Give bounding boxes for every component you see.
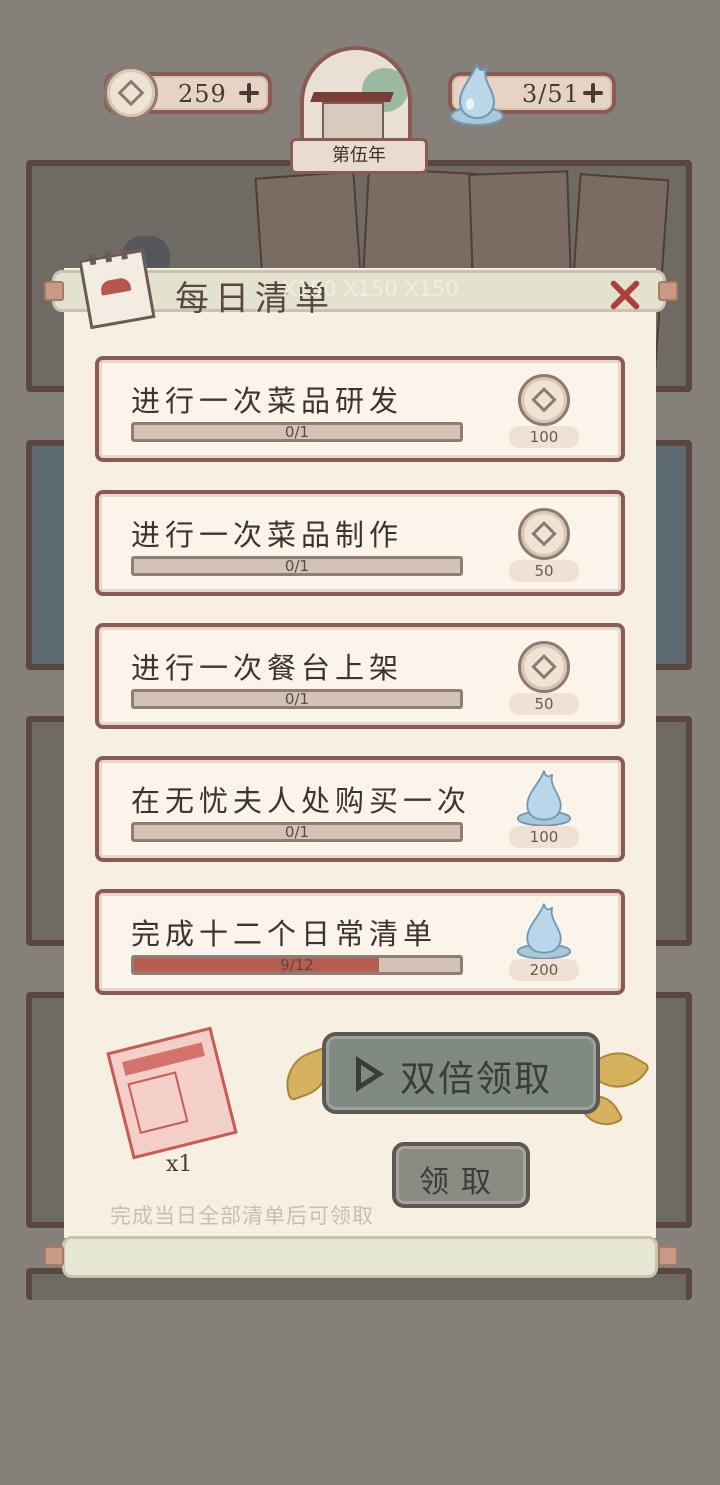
scroll-rod-end [658, 281, 678, 301]
task-progress-text: 9/12 [280, 956, 314, 974]
play-video-icon [356, 1056, 384, 1092]
task-progress-bar: 0/1 [131, 689, 463, 709]
task-row: 在无忧夫人处购买一次 0/1 100 [95, 756, 625, 862]
close-icon[interactable] [606, 278, 644, 312]
year-emblem [300, 46, 412, 146]
task-name: 在无忧夫人处购买一次 [131, 784, 472, 818]
water-drop-icon [516, 903, 572, 960]
scroll-rod-bottom [62, 1236, 658, 1278]
task-reward: 50 [509, 693, 579, 715]
task-row: 进行一次菜品制作 0/1 50 [95, 490, 625, 596]
claim-label: 领取 [419, 1165, 503, 1200]
task-reward: 50 [509, 560, 579, 582]
coin-icon [518, 374, 570, 426]
task-row: 完成十二个日常清单 9/12 200 [95, 889, 625, 995]
coin-count: 259 [178, 80, 227, 108]
task-name: 进行一次餐台上架 [131, 651, 404, 685]
task-progress-bar: 0/1 [131, 556, 463, 576]
claim-hint-text: 完成当日全部清单后可领取 [110, 1204, 374, 1228]
water-drop-icon [516, 770, 572, 827]
scroll-rod-end [658, 1246, 678, 1266]
task-progress-text: 0/1 [284, 423, 310, 441]
water-drop-icon [450, 63, 504, 126]
task-row: 进行一次餐台上架 0/1 50 [95, 623, 625, 729]
double-claim-label: 双倍领取 [400, 1059, 553, 1100]
scroll-rod-end [44, 281, 64, 301]
coin-icon [518, 508, 570, 560]
task-progress-bar: 9/12 [131, 955, 463, 975]
water-count: 3/51 [522, 80, 580, 108]
task-reward: 100 [509, 826, 579, 848]
calendar-icon [78, 248, 156, 330]
task-progress-text: 0/1 [284, 690, 310, 708]
overlay-reward-text: X150 X150 X150 [282, 277, 459, 301]
add-water-icon[interactable] [582, 82, 604, 104]
coin-icon [518, 641, 570, 693]
reward-quantity: x1 [166, 1152, 193, 1177]
year-label: 第伍年 [290, 138, 428, 174]
task-row: 进行一次菜品研发 0/1 100 [95, 356, 625, 462]
task-name: 进行一次菜品研发 [131, 384, 404, 418]
task-progress-bar: 0/1 [131, 422, 463, 442]
double-claim-button[interactable]: 双倍领取 [322, 1032, 600, 1114]
task-reward: 200 [509, 959, 579, 981]
task-progress-text: 0/1 [284, 557, 310, 575]
coin-icon [104, 66, 158, 120]
task-name: 进行一次菜品制作 [131, 518, 404, 552]
claim-button[interactable]: 领取 [392, 1142, 530, 1208]
scroll-rod-end [44, 1246, 64, 1266]
task-name: 完成十二个日常清单 [131, 917, 438, 951]
task-reward: 100 [509, 426, 579, 448]
task-progress-text: 0/1 [284, 823, 310, 841]
task-progress-bar: 0/1 [131, 822, 463, 842]
add-coins-icon[interactable] [238, 82, 260, 104]
